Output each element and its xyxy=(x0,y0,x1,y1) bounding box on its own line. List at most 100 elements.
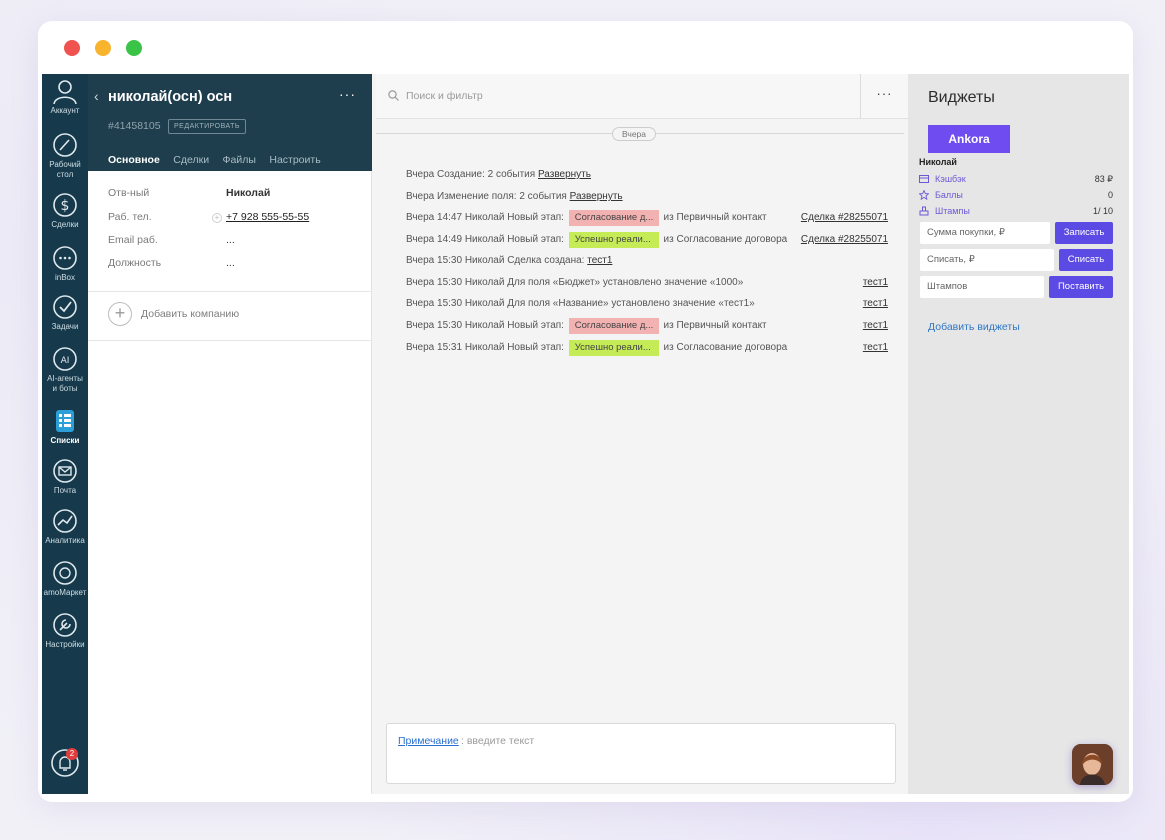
edit-button[interactable]: РЕДАКТИРОВАТЬ xyxy=(168,119,247,134)
deal-link[interactable]: тест1 xyxy=(863,295,888,313)
field-value[interactable]: ... xyxy=(226,234,235,246)
nav-label-lists: Списки xyxy=(50,436,80,445)
nav-item-analytics[interactable]: Аналитика xyxy=(42,508,88,546)
card-more-button[interactable]: ··· xyxy=(339,86,356,102)
close-window-button[interactable] xyxy=(64,40,80,56)
feed-event: Вчера 14:49 Николай Новый этап: Успешно … xyxy=(406,231,888,249)
deal-link[interactable]: Сделка #28255071 xyxy=(801,231,888,249)
feed-event: Вчера 15:30 Николай Для поля «Название» … xyxy=(406,295,888,313)
contact-card: ‹ николай(осн) осн ··· #41458105 РЕДАКТИ… xyxy=(88,74,372,794)
nav-item-mail[interactable]: Почта xyxy=(42,458,88,496)
nav-item-inbox[interactable]: inBox xyxy=(42,245,88,283)
search-icon xyxy=(388,90,399,101)
nav-label-inbox: inBox xyxy=(54,273,75,282)
stamps-label: Штампы xyxy=(935,206,970,216)
ankora-widget-logo[interactable]: Ankora xyxy=(928,125,1010,153)
event-text: Вчера 14:47 Николай Новый этап: xyxy=(406,212,567,223)
note-input[interactable]: Примечание : введите текст xyxy=(386,723,896,784)
note-placeholder: : введите текст xyxy=(461,735,535,747)
main-nav: Аккаунт Рабочий стол $ Сделки inBox Зада… xyxy=(42,74,88,794)
event-text: Вчера Изменение поля: 2 события xyxy=(406,191,570,202)
nav-item-account[interactable]: Аккаунт xyxy=(42,78,88,116)
expand-link[interactable]: Развернуть xyxy=(538,169,591,180)
tasks-icon xyxy=(53,295,77,319)
stamps-value: 1/ 10 xyxy=(1092,206,1113,216)
nav-item-dashboard[interactable]: Рабочий стол xyxy=(42,132,88,180)
cashback-row: Кэшбэк 83 ₽ xyxy=(919,172,1113,186)
nav-item-settings[interactable]: Настройки xyxy=(42,612,88,650)
app-window: Аккаунт Рабочий стол $ Сделки inBox Зада… xyxy=(38,21,1133,802)
assistant-avatar[interactable] xyxy=(1072,744,1113,785)
nav-label-dashboard: Рабочий стол xyxy=(49,160,81,179)
add-phone-icon[interactable]: + xyxy=(212,213,222,223)
divider xyxy=(88,291,372,292)
event-from: из Согласование договора xyxy=(660,342,788,353)
card-id: #41458105 xyxy=(108,120,161,132)
star-icon xyxy=(919,190,929,200)
feed-event: Вчера Изменение поля: 2 события Разверну… xyxy=(406,188,888,206)
tab-deals[interactable]: Сделки xyxy=(173,154,209,175)
deal-link[interactable]: Сделка #28255071 xyxy=(801,209,888,227)
nav-item-deals[interactable]: $ Сделки xyxy=(42,192,88,230)
tab-customize[interactable]: Настроить xyxy=(269,154,320,175)
stamp-button[interactable]: Поставить xyxy=(1049,276,1113,298)
market-icon xyxy=(53,561,77,585)
event-from: из Первичный контакт xyxy=(660,320,767,331)
deal-link[interactable]: тест1 xyxy=(587,255,612,266)
card-icon xyxy=(919,175,929,183)
ai-agents-icon: AI xyxy=(53,347,77,371)
event-from: из Согласование договора xyxy=(660,234,788,245)
nav-item-lists[interactable]: Списки xyxy=(42,408,88,446)
points-label: Баллы xyxy=(935,190,963,200)
feed-more-button[interactable]: ··· xyxy=(860,74,908,119)
divider xyxy=(88,340,372,341)
write-off-button[interactable]: Списать xyxy=(1059,249,1113,271)
activity-feed: Поиск и фильтр ··· Вчера Вчера Создание:… xyxy=(372,74,908,794)
expand-link[interactable]: Развернуть xyxy=(570,191,623,202)
stamps-input[interactable]: Штампов xyxy=(920,276,1044,298)
settings-icon xyxy=(53,613,77,637)
field-label: Отв-ный xyxy=(108,187,150,199)
card-title: николай(осн) осн xyxy=(108,89,233,105)
record-button[interactable]: Записать xyxy=(1055,222,1113,244)
field-label: Email раб. xyxy=(108,234,158,246)
nav-item-tasks[interactable]: Задачи xyxy=(42,294,88,332)
nav-label-account: Аккаунт xyxy=(50,106,80,115)
field-label: Должность xyxy=(108,257,162,269)
search-filter-input[interactable]: Поиск и фильтр xyxy=(376,74,860,119)
deal-link[interactable]: тест1 xyxy=(863,339,888,357)
deal-link[interactable]: тест1 xyxy=(863,317,888,335)
add-widgets-link[interactable]: Добавить виджеты xyxy=(928,321,1020,333)
phone-link[interactable]: +7 928 555-55-55 xyxy=(226,211,309,223)
stage-badge: Успешно реали... xyxy=(568,340,659,356)
event-text: Вчера 15:31 Николай Новый этап: xyxy=(406,342,567,353)
maximize-window-button[interactable] xyxy=(126,40,142,56)
event-text: Вчера 15:30 Николай Новый этап: xyxy=(406,320,567,331)
field-value[interactable]: ... xyxy=(226,257,235,269)
purchase-amount-input[interactable]: Сумма покупки, ₽ xyxy=(920,222,1050,244)
cashback-label: Кэшбэк xyxy=(935,174,966,184)
card-tabs: Основное Сделки Файлы Настроить xyxy=(108,150,330,175)
stage-badge: Согласование д... xyxy=(568,318,659,334)
field-value[interactable]: Николай xyxy=(226,187,270,199)
nav-label-mail: Почта xyxy=(53,486,77,495)
nav-label-analytics: Аналитика xyxy=(45,536,85,545)
add-company-label: Добавить компанию xyxy=(141,308,240,320)
deal-link[interactable]: тест1 xyxy=(863,274,888,292)
feed-event: Вчера 15:30 Николай Для поля «Бюджет» ус… xyxy=(406,274,888,292)
tab-main[interactable]: Основное xyxy=(108,154,160,175)
inbox-icon xyxy=(53,246,77,270)
back-chevron-icon[interactable]: ‹ xyxy=(94,88,99,104)
note-type-link[interactable]: Примечание xyxy=(398,735,459,747)
nav-item-market[interactable]: amoМаркет xyxy=(42,560,88,598)
notifications-badge: 2 xyxy=(66,748,78,760)
event-text: Вчера Создание: 2 события xyxy=(406,169,538,180)
nav-item-ai-agents[interactable]: AI AI-агенты и боты xyxy=(42,346,88,394)
client-name: Николай xyxy=(919,157,957,167)
write-off-input[interactable]: Списать, ₽ xyxy=(920,249,1054,271)
mail-icon xyxy=(53,459,77,483)
svg-text:$: $ xyxy=(61,198,70,214)
event-text: Вчера 15:30 Николай Для поля «Бюджет» ус… xyxy=(406,277,744,288)
tab-files[interactable]: Файлы xyxy=(223,154,256,175)
minimize-window-button[interactable] xyxy=(95,40,111,56)
